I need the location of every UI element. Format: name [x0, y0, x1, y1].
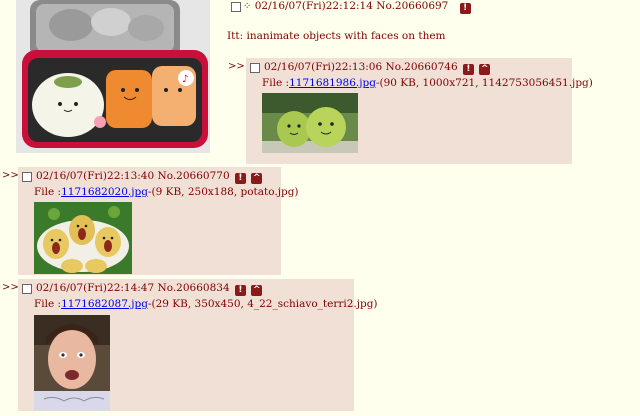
file-label: File : [34, 298, 62, 310]
reply-3: 02/16/07(Fri)22:14:47 No.20660834 ! ^ Fi… [18, 279, 378, 411]
reply-1: 02/16/07(Fri)22:13:06 No.20660746 ! ^ Fi… [246, 58, 593, 164]
file-label: File : [34, 186, 62, 198]
reply-1-file-link[interactable]: 1171681986.jpg [289, 77, 376, 89]
reply-1-checkbox[interactable] [250, 63, 260, 73]
reply-1-thumbnail[interactable] [262, 93, 358, 153]
file-meta: -(29 KB, 350x450, 4_22_schiavo_terri2.jp… [147, 298, 378, 310]
reply-2-file-link[interactable]: 1171682020.jpg [61, 186, 148, 198]
reply-2-checkbox[interactable] [22, 172, 32, 182]
report-icon[interactable]: ! [234, 173, 246, 184]
reply-2: 02/16/07(Fri)22:13:40 No.20660770 ! ^ Fi… [18, 167, 299, 275]
reply-3-file-link[interactable]: 1171682087.jpg [61, 298, 148, 310]
reply-2-date: 02/16/07(Fri)22:13:40 [36, 170, 155, 182]
reply-1-file-info: File :1171681986.jpg-(90 KB, 1000x721, 1… [262, 77, 593, 89]
file-meta: -(9 KB, 250x188, potato.jpg) [147, 186, 299, 198]
reply-3-checkbox[interactable] [22, 284, 32, 294]
report-icon[interactable]: ! [234, 285, 246, 296]
reply-2-header: 02/16/07(Fri)22:13:40 No.20660770 ! ^ [36, 170, 263, 184]
reply-1-date: 02/16/07(Fri)22:13:06 [264, 61, 383, 73]
report-icon[interactable]: ! [462, 64, 474, 75]
dice-icon: ⁘ [243, 1, 252, 12]
potato-chicks-image [34, 202, 132, 274]
reply-3-post-number[interactable]: No.20660834 [158, 282, 230, 294]
reply-1-header: 02/16/07(Fri)22:13:06 No.20660746 ! ^ [264, 61, 491, 75]
op-post-number[interactable]: No.20660697 [376, 0, 448, 12]
reply-2-file-info: File :1171682020.jpg-(9 KB, 250x188, pot… [34, 186, 299, 198]
op-thumbnail[interactable]: ♪ [16, 0, 210, 153]
reply-3-thumbnail[interactable] [34, 315, 110, 411]
bento-image: ♪ [16, 0, 210, 153]
reply-3-date: 02/16/07(Fri)22:14:47 [36, 282, 155, 294]
svg-text:♪: ♪ [182, 74, 188, 85]
reply-3-arrows: >> [2, 282, 19, 293]
reply-1-post-number[interactable]: No.20660746 [386, 61, 458, 73]
file-label: File : [262, 77, 290, 89]
op-checkbox[interactable] [231, 2, 241, 12]
expand-icon[interactable]: ^ [251, 173, 263, 184]
face-photo-image [34, 315, 110, 411]
reply-3-file-info: File :1171682087.jpg-(29 KB, 350x450, 4_… [34, 298, 378, 310]
reply-1-arrows: >> [228, 61, 245, 72]
op-comment: Itt: inanimate objects with faces on the… [227, 30, 446, 42]
file-meta: -(90 KB, 1000x721, 1142753056451.jpg) [375, 77, 593, 89]
op-date: 02/16/07(Fri)22:12:14 [254, 0, 373, 12]
op-header: ⁘ 02/16/07(Fri)22:12:14 No.20660697 ! [243, 0, 471, 14]
expand-icon[interactable]: ^ [251, 285, 263, 296]
expand-icon[interactable]: ^ [479, 64, 491, 75]
reply-2-post-number[interactable]: No.20660770 [158, 170, 230, 182]
reply-2-arrows: >> [2, 170, 19, 181]
reply-2-thumbnail[interactable] [34, 202, 132, 274]
reply-3-header: 02/16/07(Fri)22:14:47 No.20660834 ! ^ [36, 282, 263, 296]
apples-image [262, 93, 358, 153]
report-icon[interactable]: ! [459, 3, 471, 14]
